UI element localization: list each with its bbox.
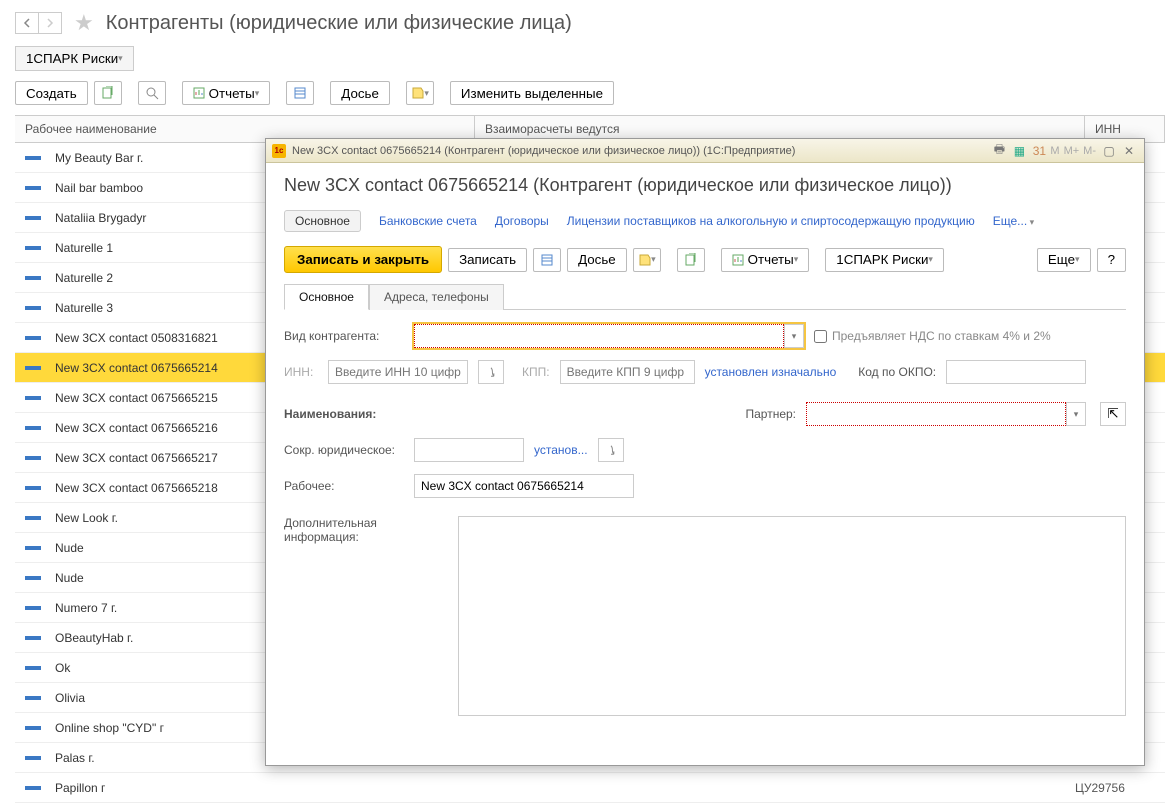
print-icon[interactable]: 🖶 xyxy=(990,142,1008,160)
short-lookup-btn[interactable] xyxy=(598,438,624,462)
close-icon[interactable]: ✕ xyxy=(1120,142,1138,160)
inn-label: ИНН: xyxy=(284,365,318,379)
additional-textarea[interactable] xyxy=(458,516,1126,716)
row-icon xyxy=(25,246,41,250)
row-icon xyxy=(25,366,41,370)
partner-dropdown-btn[interactable]: ▾ xyxy=(1066,402,1086,426)
back-button[interactable] xyxy=(15,12,39,34)
row-icon xyxy=(25,456,41,460)
type-dropdown-btn[interactable]: ▾ xyxy=(784,324,804,348)
row-icon xyxy=(25,186,41,190)
page-title: Контрагенты (юридические или физические … xyxy=(106,12,572,35)
modal-spark-button[interactable]: 1СПАРК Риски xyxy=(825,248,944,272)
maximize-icon[interactable]: ▢ xyxy=(1100,142,1118,160)
window-title: New 3CX contact 0675665214 (Контрагент (… xyxy=(292,145,795,157)
modal-reports-button[interactable]: Отчеты xyxy=(721,248,810,272)
row-icon xyxy=(25,786,41,790)
tab-addresses[interactable]: Адреса, телефоны xyxy=(369,284,504,310)
find-button[interactable] xyxy=(138,81,166,105)
working-label: Рабочее: xyxy=(284,479,404,493)
row-icon xyxy=(25,276,41,280)
save-button[interactable]: Записать xyxy=(448,248,527,272)
okpo-label: Код по ОКПО: xyxy=(858,365,936,379)
calc-icon[interactable]: ▦ xyxy=(1010,142,1028,160)
forward-button[interactable] xyxy=(38,12,62,34)
row-icon xyxy=(25,216,41,220)
row-icon xyxy=(25,756,41,760)
row-name: Papillon г xyxy=(55,781,1075,795)
kpp-link[interactable]: установлен изначально xyxy=(705,365,837,379)
change-selected-button[interactable]: Изменить выделенные xyxy=(450,81,614,105)
calendar-icon[interactable]: 31 xyxy=(1030,142,1048,160)
modal-title: New 3CX contact 0675665214 (Контрагент (… xyxy=(284,175,1126,196)
reports-button[interactable]: Отчеты xyxy=(182,81,271,105)
counterparty-modal: 1c New 3CX contact 0675665214 (Контраген… xyxy=(265,138,1145,766)
section-contracts[interactable]: Договоры xyxy=(495,214,549,228)
modal-help-button[interactable]: ? xyxy=(1097,248,1126,272)
short-legal-link[interactable]: установ... xyxy=(534,443,588,457)
type-label: Вид контрагента: xyxy=(284,329,404,343)
row-icon xyxy=(25,546,41,550)
modal-copy-button[interactable] xyxy=(677,248,705,272)
list-view-button[interactable] xyxy=(286,81,314,105)
copy-button[interactable] xyxy=(94,81,122,105)
row-icon xyxy=(25,426,41,430)
row-icon xyxy=(25,726,41,730)
m-minus-icon[interactable]: M- xyxy=(1081,145,1098,157)
row-icon xyxy=(25,636,41,640)
attach-dropdown[interactable] xyxy=(406,81,434,105)
list-button[interactable] xyxy=(533,248,561,272)
row-icon xyxy=(25,666,41,670)
additional-label: Дополнительная информация: xyxy=(284,516,448,544)
section-more[interactable]: Еще... xyxy=(993,214,1034,228)
type-combo[interactable]: ▾ xyxy=(414,324,804,348)
row-icon xyxy=(25,516,41,520)
vat-checkbox[interactable]: Предъявляет НДС по ставкам 4% и 2% xyxy=(814,329,1051,343)
table-row[interactable]: Papillon гЦУ29756 xyxy=(15,773,1165,803)
partner-label: Партнер: xyxy=(745,407,796,421)
row-icon xyxy=(25,576,41,580)
row-code: ЦУ29756 xyxy=(1075,781,1155,795)
kpp-input[interactable] xyxy=(560,360,695,384)
row-icon xyxy=(25,486,41,490)
save-close-button[interactable]: Записать и закрыть xyxy=(284,246,442,273)
dossier-button[interactable]: Досье xyxy=(330,81,390,105)
section-licenses[interactable]: Лицензии поставщиков на алкогольную и сп… xyxy=(567,214,975,228)
row-icon xyxy=(25,396,41,400)
spark-risks-button[interactable]: 1СПАРК Риски xyxy=(15,46,134,71)
m-plus-icon[interactable]: M+ xyxy=(1062,145,1082,157)
type-input[interactable] xyxy=(414,324,784,348)
names-label: Наименования: xyxy=(284,407,404,421)
section-main[interactable]: Основное xyxy=(284,210,361,232)
star-icon[interactable]: ★ xyxy=(74,10,94,36)
create-button[interactable]: Создать xyxy=(15,81,88,105)
modal-dossier-button[interactable]: Досье xyxy=(567,248,627,272)
kpp-label: КПП: xyxy=(522,365,550,379)
partner-combo[interactable]: ▾ xyxy=(806,402,1086,426)
row-icon xyxy=(25,336,41,340)
modal-titlebar[interactable]: 1c New 3CX contact 0675665214 (Контраген… xyxy=(266,139,1144,163)
short-legal-input[interactable] xyxy=(414,438,524,462)
okpo-input[interactable] xyxy=(946,360,1086,384)
modal-attach-dropdown[interactable] xyxy=(633,248,661,272)
inn-lookup-btn[interactable] xyxy=(478,360,504,384)
row-icon xyxy=(25,306,41,310)
modal-more-button[interactable]: Еще xyxy=(1037,248,1091,272)
1c-icon: 1c xyxy=(272,144,286,158)
working-input[interactable] xyxy=(414,474,634,498)
section-bank[interactable]: Банковские счета xyxy=(379,214,477,228)
tab-main[interactable]: Основное xyxy=(284,284,369,310)
row-icon xyxy=(25,606,41,610)
inn-input[interactable] xyxy=(328,360,468,384)
row-icon xyxy=(25,156,41,160)
partner-input[interactable] xyxy=(806,402,1066,426)
partner-open-btn[interactable]: ⇱ xyxy=(1100,402,1126,426)
short-legal-label: Сокр. юридическое: xyxy=(284,443,404,457)
m-icon[interactable]: M xyxy=(1048,145,1061,157)
row-icon xyxy=(25,696,41,700)
